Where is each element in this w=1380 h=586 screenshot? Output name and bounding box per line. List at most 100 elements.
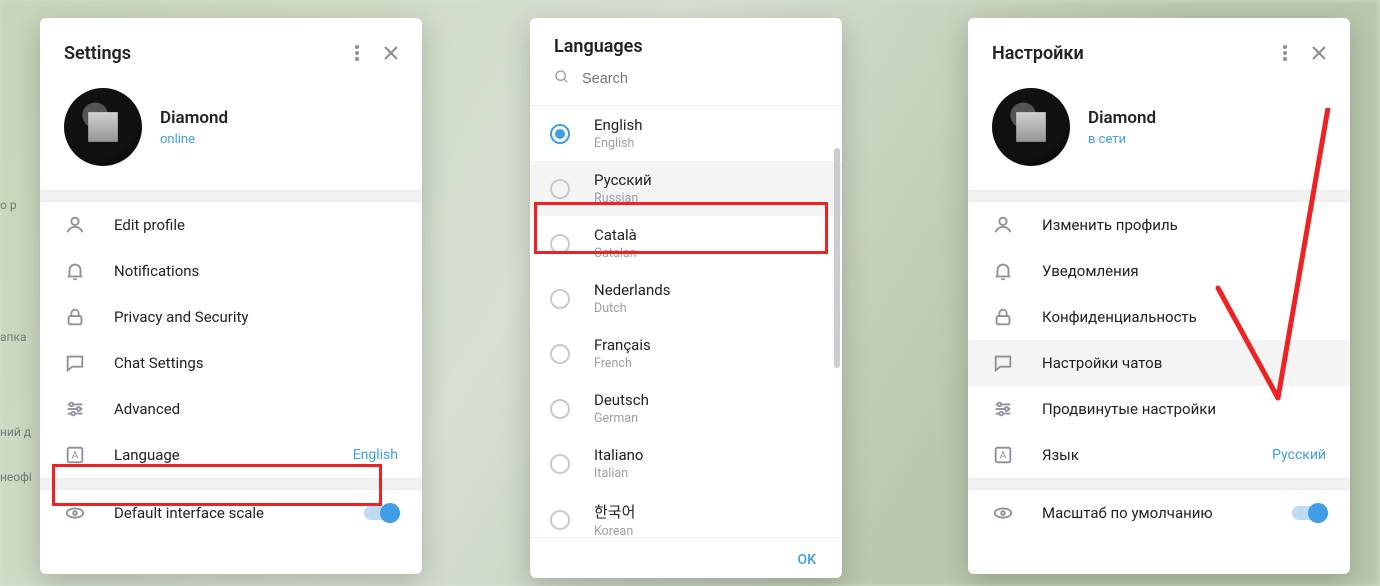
menu-item-lang[interactable]: A Language English: [40, 432, 422, 478]
language-native: Català: [594, 226, 637, 244]
close-icon[interactable]: [1302, 36, 1336, 70]
languages-panel: Languages English English Русский Russian Ca…: [530, 18, 842, 578]
settings-menu-ru: Изменить профиль Уведомления Конфиденциаль…: [968, 202, 1350, 478]
scale-label: Масштаб по умолчанию: [1042, 504, 1213, 522]
svg-text:A: A: [72, 451, 79, 462]
language-native: Français: [594, 336, 651, 354]
language-english: Italian: [594, 466, 643, 481]
settings-header: Settings: [40, 18, 422, 82]
scale-toggle[interactable]: [1292, 506, 1326, 520]
language-native: English: [594, 116, 643, 134]
settings-menu: Edit profile Notifications Privacy and Sec…: [40, 202, 422, 478]
radio-icon[interactable]: [550, 234, 570, 254]
menu-item-label: Advanced: [114, 400, 180, 418]
search-icon: [554, 69, 570, 89]
menu-item-person[interactable]: Edit profile: [40, 202, 422, 248]
menu-item-label: Language: [114, 446, 180, 464]
profile-row[interactable]: Diamond в сети: [968, 82, 1350, 190]
language-english: Russian: [594, 191, 652, 206]
radio-icon[interactable]: [550, 344, 570, 364]
settings-header-ru: Настройки: [968, 18, 1350, 82]
language-item[interactable]: Deutsch German: [530, 381, 842, 436]
bell-icon: [64, 260, 86, 282]
menu-item-label: Изменить профиль: [1042, 216, 1178, 234]
menu-item-sliders[interactable]: Advanced: [40, 386, 422, 432]
profile-name: Diamond: [1088, 108, 1156, 128]
ok-button[interactable]: OK: [530, 537, 842, 578]
settings-title-ru: Настройки: [992, 43, 1084, 64]
eye-icon: [992, 502, 1014, 524]
scale-row[interactable]: Default interface scale: [40, 490, 422, 536]
menu-item-lock[interactable]: Конфиденциальность: [968, 294, 1350, 340]
language-native: Italiano: [594, 446, 643, 464]
language-native: Nederlands: [594, 281, 670, 299]
sliders-icon: [64, 398, 86, 420]
profile-status: в сети: [1088, 132, 1156, 147]
scale-row[interactable]: Масштаб по умолчанию: [968, 490, 1350, 536]
divider: [968, 190, 1350, 202]
language-item[interactable]: Català Catalan: [530, 216, 842, 271]
close-icon[interactable]: [374, 36, 408, 70]
language-english: Dutch: [594, 301, 670, 316]
menu-item-label: Конфиденциальность: [1042, 308, 1197, 326]
profile-name: Diamond: [160, 108, 228, 128]
menu-item-lock[interactable]: Privacy and Security: [40, 294, 422, 340]
lock-icon: [64, 306, 86, 328]
radio-icon[interactable]: [550, 510, 570, 530]
menu-item-label: Chat Settings: [114, 354, 204, 372]
menu-item-label: Notifications: [114, 262, 199, 280]
menu-item-label: Edit profile: [114, 216, 185, 234]
menu-item-bell[interactable]: Notifications: [40, 248, 422, 294]
language-english: French: [594, 356, 651, 371]
sliders-icon: [992, 398, 1014, 420]
chat-icon: [992, 352, 1014, 374]
language-native: Русский: [594, 171, 652, 189]
settings-title: Settings: [64, 43, 131, 64]
more-icon[interactable]: [340, 36, 374, 70]
search-row: [530, 63, 842, 105]
lang-icon: A: [992, 444, 1014, 466]
language-item[interactable]: Nederlands Dutch: [530, 271, 842, 326]
settings-panel: Settings Diamond online Edit profile Noti…: [40, 18, 422, 574]
more-icon[interactable]: [1268, 36, 1302, 70]
person-icon: [992, 214, 1014, 236]
language-english: Catalan: [594, 246, 637, 261]
menu-item-label: Privacy and Security: [114, 308, 249, 326]
chat-icon: [64, 352, 86, 374]
menu-item-chat[interactable]: Chat Settings: [40, 340, 422, 386]
language-native: Deutsch: [594, 391, 649, 409]
radio-icon[interactable]: [550, 454, 570, 474]
menu-item-person[interactable]: Изменить профиль: [968, 202, 1350, 248]
lock-icon: [992, 306, 1014, 328]
divider: [40, 478, 422, 490]
divider: [40, 190, 422, 202]
menu-item-bell[interactable]: Уведомления: [968, 248, 1350, 294]
radio-icon[interactable]: [550, 179, 570, 199]
language-list: English English Русский Russian Català Catala…: [530, 105, 842, 537]
scale-toggle[interactable]: [364, 506, 398, 520]
language-item[interactable]: 한국어Korean: [530, 491, 842, 537]
radio-icon[interactable]: [550, 289, 570, 309]
menu-item-value: Русский: [1272, 447, 1326, 463]
language-item[interactable]: English English: [530, 106, 842, 161]
language-english: English: [594, 136, 643, 151]
menu-item-label: Настройки чатов: [1042, 354, 1162, 372]
language-item[interactable]: Français French: [530, 326, 842, 381]
scrollbar[interactable]: [834, 148, 840, 368]
languages-header: Languages: [530, 18, 842, 63]
person-icon: [64, 214, 86, 236]
search-input[interactable]: [582, 71, 818, 87]
menu-item-label: Язык: [1042, 446, 1079, 464]
profile-row[interactable]: Diamond online: [40, 82, 422, 190]
menu-item-sliders[interactable]: Продвинутые настройки: [968, 386, 1350, 432]
language-item[interactable]: Italiano Italian: [530, 436, 842, 491]
avatar: [992, 88, 1070, 166]
language-item[interactable]: Русский Russian: [530, 161, 842, 216]
menu-item-chat[interactable]: Настройки чатов: [968, 340, 1350, 386]
radio-icon[interactable]: [550, 399, 570, 419]
language-english: German: [594, 411, 649, 426]
menu-item-lang[interactable]: A Язык Русский: [968, 432, 1350, 478]
radio-icon[interactable]: [550, 124, 570, 144]
svg-text:A: A: [1000, 451, 1007, 462]
menu-item-value: English: [353, 447, 398, 463]
